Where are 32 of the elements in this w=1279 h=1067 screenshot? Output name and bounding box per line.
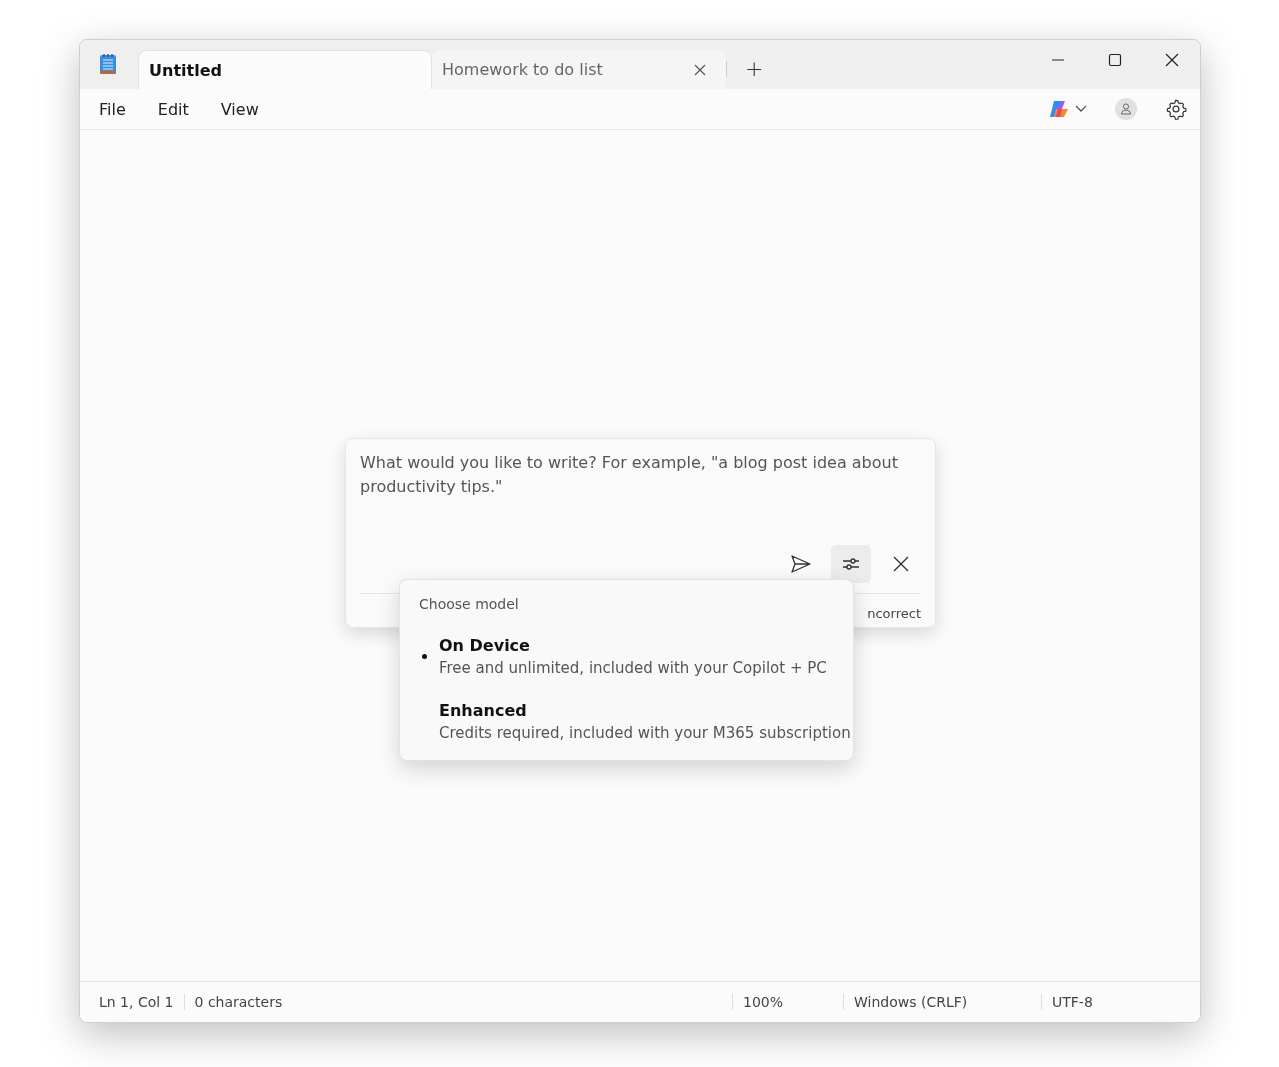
status-text: 100% xyxy=(732,994,843,1010)
notepad-icon xyxy=(99,53,117,75)
chevron-down-icon[interactable] xyxy=(1075,105,1087,113)
option-name: Enhanced xyxy=(439,701,528,720)
menu-item[interactable]: Edit xyxy=(145,95,201,123)
document-tab[interactable]: Homework to do list xyxy=(432,50,726,89)
maximize-icon[interactable] xyxy=(1108,53,1122,67)
status-text: UTF-8 xyxy=(1041,994,1200,1010)
model-settings-button[interactable] xyxy=(831,545,871,583)
option-description: Credits required, included with your M365 subscription xyxy=(439,724,851,742)
menu-item[interactable]: View xyxy=(208,95,271,123)
account-icon[interactable] xyxy=(1115,98,1137,120)
settings-icon[interactable] xyxy=(1165,98,1187,120)
option-description: Free and unlimited, included with your Copilot + PC xyxy=(439,659,827,677)
model-option[interactable]: On Device Free and unlimited, included with your Copilot + PC xyxy=(400,630,853,685)
menu-title: Choose model xyxy=(418,596,520,612)
close-icon[interactable] xyxy=(892,555,910,573)
send-icon[interactable] xyxy=(790,554,812,574)
status-text: Windows (CRLF) xyxy=(843,994,1041,1010)
footer-text: ncorrect xyxy=(867,606,921,621)
menu-item[interactable]: File xyxy=(87,95,138,123)
option-name: On Device xyxy=(439,636,531,655)
prompt-field[interactable]: What would you like to write? For example, "a blog post idea about productivity tips." xyxy=(360,451,921,535)
document-tab[interactable]: Untitled xyxy=(138,50,432,89)
model-option[interactable]: Enhanced Credits required, included with your M365 subscription xyxy=(400,695,853,750)
status-text: 0 characters xyxy=(183,994,293,1010)
new-tab-button[interactable]: + xyxy=(739,56,770,81)
copilot-icon[interactable] xyxy=(1048,99,1070,119)
sliders-icon[interactable] xyxy=(841,556,861,572)
status-text: Ln 1, Col 1 xyxy=(98,994,175,1010)
close-icon[interactable] xyxy=(694,63,706,76)
close-icon[interactable] xyxy=(1165,53,1179,67)
